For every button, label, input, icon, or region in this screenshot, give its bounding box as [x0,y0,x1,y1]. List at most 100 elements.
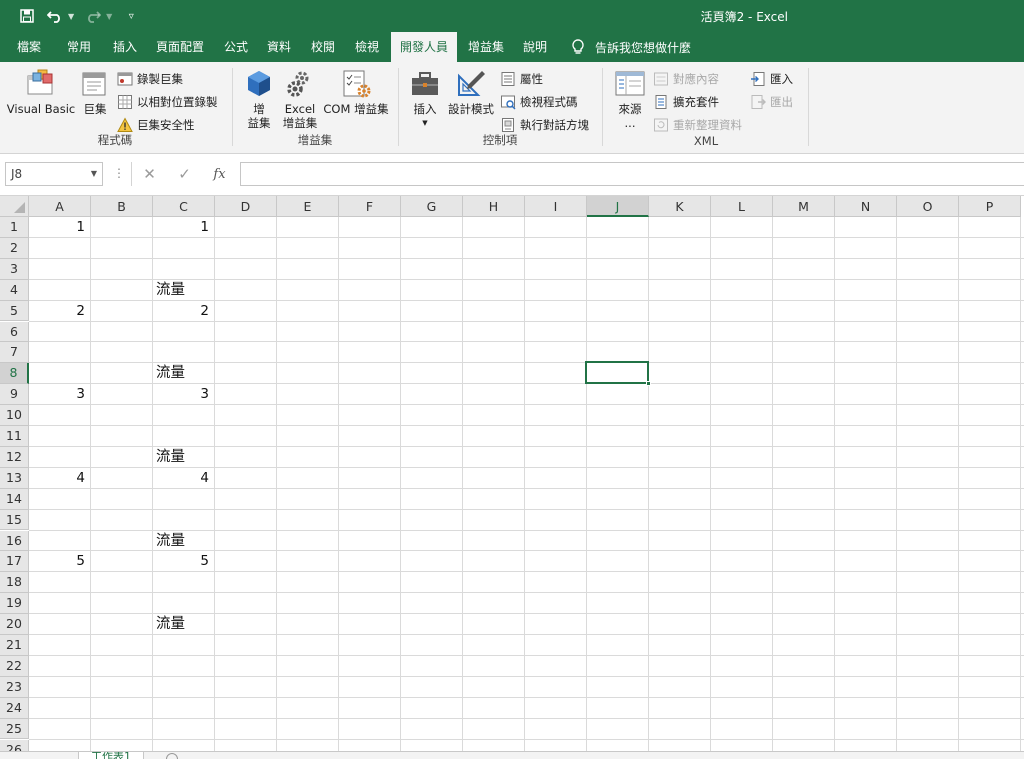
row-header-4[interactable]: 4 [0,279,29,301]
expansion-packs-button[interactable]: 擴充套件 [653,92,719,112]
fill-handle[interactable] [646,381,651,387]
tab-review[interactable]: 校閱 [303,32,343,62]
toolbox-icon [412,72,438,95]
tab-view[interactable]: 檢視 [347,32,387,62]
row-header-10[interactable]: 10 [0,405,29,426]
com-addins-button[interactable]: COM 增益集 [322,68,390,116]
cell-c12[interactable]: 流量 [153,447,215,467]
column-header-p[interactable]: P [959,196,1021,217]
name-box-dropdown-icon[interactable]: ▼ [91,163,97,185]
row-header-6[interactable]: 6 [0,321,29,343]
column-header-m[interactable]: M [773,196,835,217]
cell-c1[interactable]: 1 [153,217,215,237]
properties-button[interactable]: 屬性 [500,69,543,89]
column-header-a[interactable]: A [29,196,91,217]
row-header-3[interactable]: 3 [0,258,29,280]
row-header-24[interactable]: 24 [0,697,29,719]
column-header-n[interactable]: N [835,196,897,217]
tab-data[interactable]: 資料 [259,32,299,62]
cell-a13[interactable]: 4 [29,468,91,488]
row-header-19[interactable]: 19 [0,593,29,615]
tab-developer[interactable]: 開發人員 [391,32,457,62]
row-header-16[interactable]: 16 [0,530,29,552]
row-header-17[interactable]: 17 [0,551,29,573]
column-header-g[interactable]: G [401,196,463,217]
name-box[interactable]: J8 ▼ [5,162,103,186]
row-header-21[interactable]: 21 [0,635,29,656]
tab-help[interactable]: 說明 [515,32,555,62]
column-header-c[interactable]: C [153,196,215,217]
enter-icon[interactable]: ✓ [167,165,202,183]
xml-source-button[interactable]: 來源 ... [610,68,650,130]
row-header-25[interactable]: 25 [0,718,29,740]
tab-file[interactable]: 檔案 [9,32,49,62]
column-header-k[interactable]: K [649,196,711,217]
title-bar: ▼ ▼ ▿ 活頁簿2 - Excel [0,0,1024,32]
xml-export-button[interactable]: 匯出 [750,92,793,112]
insert-control-button[interactable]: 插入 ▼ [408,68,442,130]
cell-c20[interactable]: 流量 [153,614,215,634]
tab-formulas[interactable]: 公式 [216,32,256,62]
row-header-11[interactable]: 11 [0,426,29,447]
row-header-1[interactable]: 1 [0,217,29,238]
row-header-14[interactable]: 14 [0,488,29,510]
tab-addins[interactable]: 增益集 [460,32,512,62]
cell-c13[interactable]: 4 [153,468,215,488]
column-header-l[interactable]: L [711,196,773,217]
worksheet-grid[interactable]: A B C D E F G H I J K L M N O P 1 2 3 4 5 6 7 8 9 10 11 12 13 14 15 16 1… [0,196,1024,759]
row-header-13[interactable]: 13 [0,467,29,489]
new-sheet-icon[interactable] [166,753,178,759]
map-properties-button[interactable]: 對應內容 [653,69,719,89]
sheet-tab[interactable]: 工作表1 [78,752,144,759]
cell-a1[interactable]: 1 [29,217,91,237]
column-header-i[interactable]: I [525,196,587,217]
active-cell-selection[interactable] [585,361,651,387]
addins-button[interactable]: 增 益集 [242,68,276,130]
excel-addins-button[interactable]: Excel 增益集 [280,68,320,130]
cell-c16[interactable]: 流量 [153,531,215,551]
cell-a9[interactable]: 3 [29,384,91,404]
row-header-8[interactable]: 8 [0,363,29,385]
row-header-18[interactable]: 18 [0,572,29,594]
formula-bar-grip-icon[interactable]: ⋮ [113,166,125,180]
view-code-button[interactable]: 檢視程式碼 [500,92,578,112]
macros-button[interactable]: 巨集 [78,68,112,116]
cancel-icon[interactable]: ✕ [132,165,167,183]
row-header-7[interactable]: 7 [0,342,29,364]
row-header-20[interactable]: 20 [0,614,29,635]
cell-c8[interactable]: 流量 [153,363,215,383]
row-header-5[interactable]: 5 [0,300,29,322]
row-header-15[interactable]: 15 [0,509,29,531]
cell-c9[interactable]: 3 [153,384,215,404]
row-header-9[interactable]: 9 [0,384,29,406]
formula-input[interactable] [240,162,1024,186]
row-header-22[interactable]: 22 [0,655,29,677]
row-header-12[interactable]: 12 [0,446,29,468]
column-header-o[interactable]: O [897,196,959,217]
record-macro-button[interactable]: 錄製巨集 [117,69,183,89]
refresh-data-button[interactable]: 重新整理資料 [653,115,742,135]
column-header-b[interactable]: B [91,196,153,217]
column-header-d[interactable]: D [215,196,277,217]
cell-c4[interactable]: 流量 [153,280,215,300]
cell-c17[interactable]: 5 [153,551,215,571]
column-header-j[interactable]: J [587,196,649,217]
row-header-2[interactable]: 2 [0,237,29,259]
tab-insert[interactable]: 插入 [105,32,145,62]
xml-import-button[interactable]: 匯入 [750,69,793,89]
select-all-button[interactable] [0,196,29,217]
tab-page-layout[interactable]: 頁面配置 [148,32,212,62]
row-header-23[interactable]: 23 [0,676,29,698]
use-relative-references-button[interactable]: 以相對位置錄製 [117,92,218,112]
visual-basic-button[interactable]: Visual Basic [6,68,76,116]
column-header-e[interactable]: E [277,196,339,217]
design-mode-button[interactable]: 設計模式 [446,68,496,116]
column-header-f[interactable]: F [339,196,401,217]
cell-a17[interactable]: 5 [29,551,91,571]
insert-function-icon[interactable]: fx [202,167,237,182]
cell-c5[interactable]: 2 [153,301,215,321]
cell-a5[interactable]: 2 [29,301,91,321]
column-header-h[interactable]: H [463,196,525,217]
tab-home[interactable]: 常用 [59,32,99,62]
tell-me-box[interactable]: 告訴我您想做什麼 [569,32,691,62]
